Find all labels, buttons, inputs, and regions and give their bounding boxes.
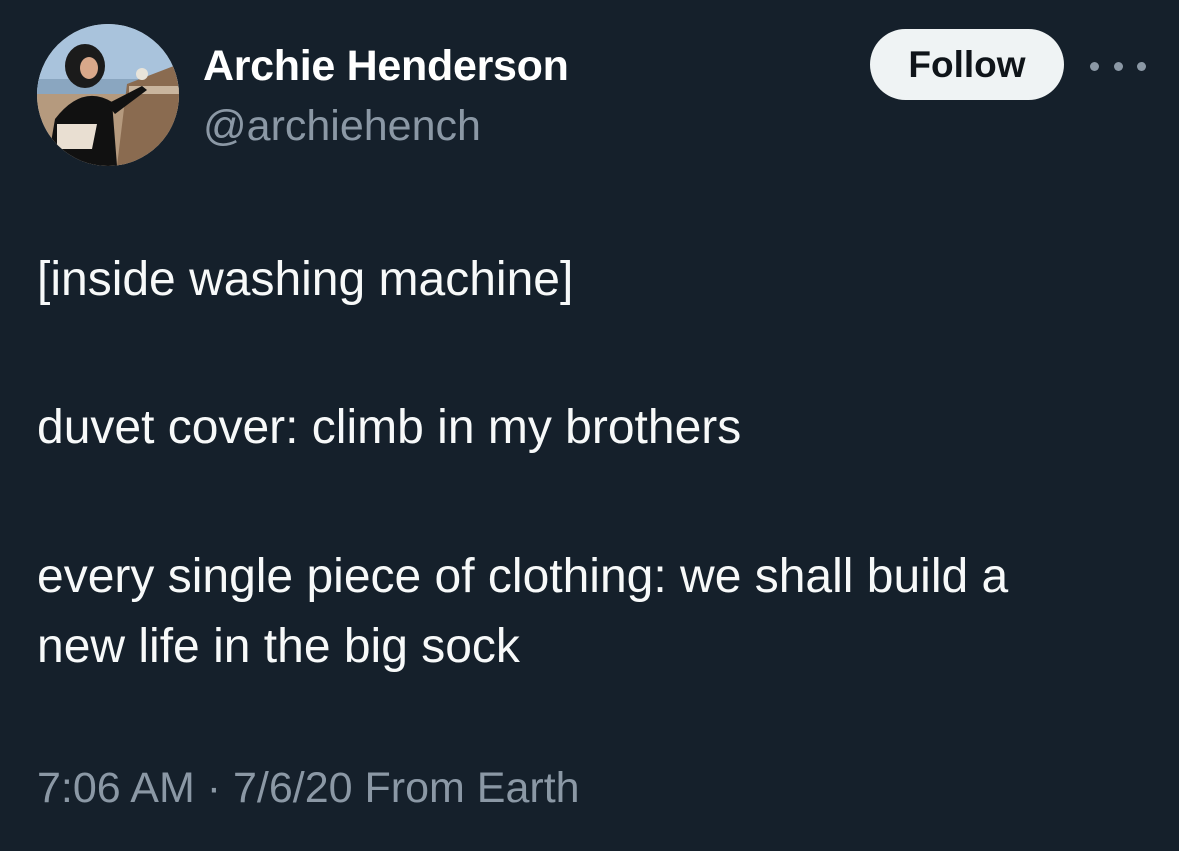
more-dot-2 — [1113, 61, 1123, 71]
more-options-icon[interactable] — [1090, 52, 1146, 80]
tweet-date[interactable]: 7/6/20 — [233, 764, 353, 812]
tweet-text-line: [inside washing machine] — [37, 253, 574, 306]
tweet-source: From Earth — [364, 764, 580, 812]
tweet-text-line: every single piece of clothing: we shall… — [37, 550, 1009, 603]
tweet-text-line: duvet cover: climb in my brothers — [37, 401, 742, 454]
more-dot-3 — [1137, 61, 1146, 71]
more-dot-1 — [1090, 61, 1099, 71]
avatar-photo-icon — [37, 24, 179, 166]
tweet-timestamp[interactable]: 7:06 AM · 7/6/20 From Earth — [37, 760, 580, 816]
tweet-time[interactable]: 7:06 AM — [37, 764, 195, 812]
author-name[interactable]: Archie Henderson — [203, 40, 569, 92]
author-handle[interactable]: @archiehench — [203, 100, 481, 152]
meta-separator: · — [206, 764, 222, 812]
tweet-card: Archie Henderson @archiehench Follow [in… — [0, 0, 1179, 851]
follow-button[interactable]: Follow — [870, 29, 1064, 100]
author-avatar[interactable] — [37, 24, 179, 166]
tweet-text-line: new life in the big sock — [37, 620, 520, 673]
